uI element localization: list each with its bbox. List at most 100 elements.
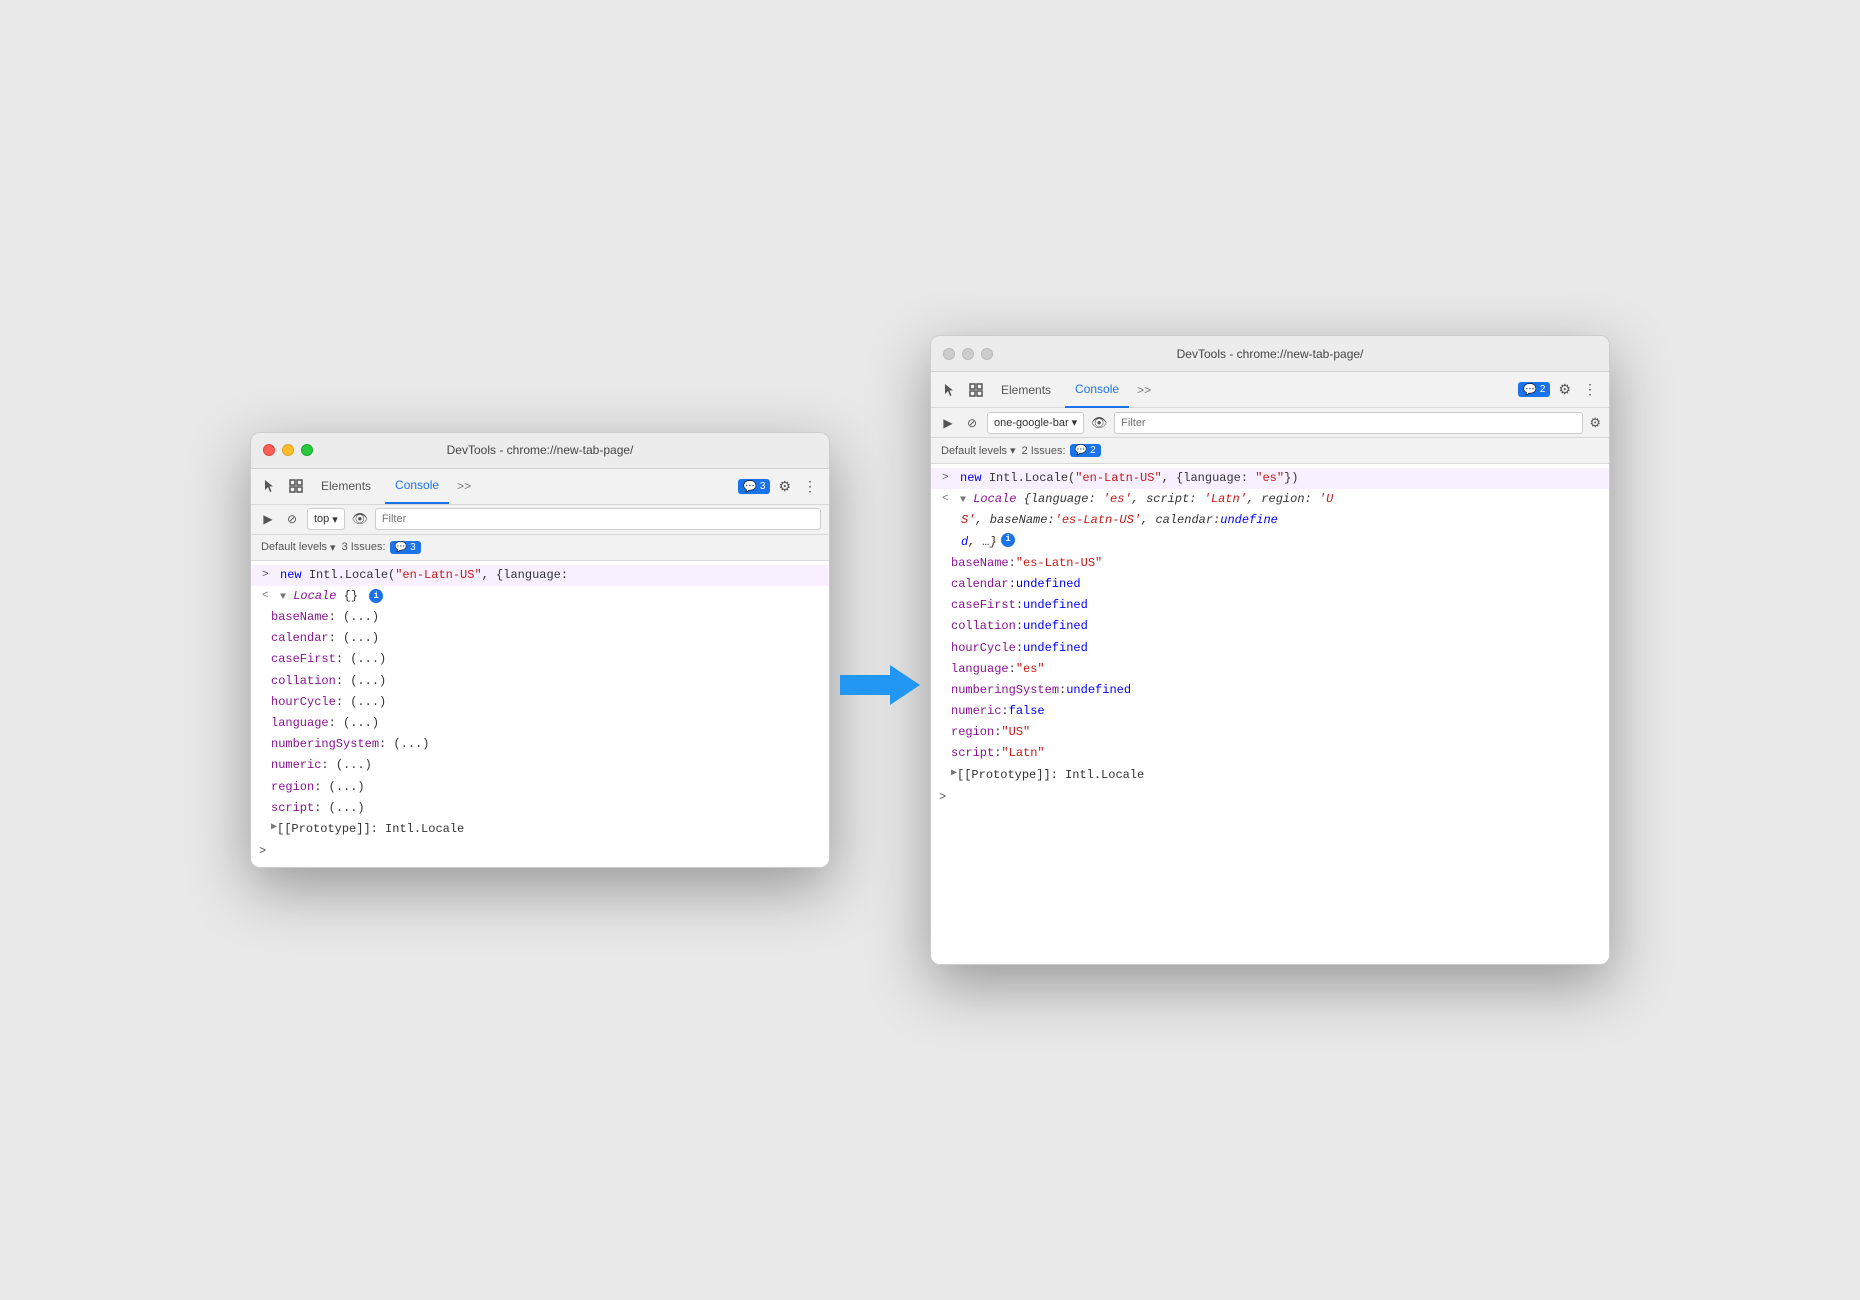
left-tab-elements[interactable]: Elements xyxy=(311,468,381,504)
right-chat-icon: 💬 xyxy=(1523,383,1537,396)
right-console-toolbar: ▶ ⊘ one-google-bar ▾ 👁 ⚙ xyxy=(931,408,1609,438)
left-cursor-icon[interactable] xyxy=(259,475,281,497)
right-maximize-button[interactable] xyxy=(981,348,993,360)
right-context-dropdown[interactable]: one-google-bar ▾ xyxy=(987,412,1084,434)
left-maximize-button[interactable] xyxy=(301,444,313,456)
left-tab-console[interactable]: Console xyxy=(385,468,449,504)
left-info-badge: i xyxy=(369,589,383,603)
left-dropdown-chevron-icon: ▾ xyxy=(332,513,338,526)
right-issues-bar: Default levels ▾ 2 Issues: 💬 2 xyxy=(931,438,1609,464)
left-issues-badge: 💬 3 xyxy=(390,541,421,554)
right-filter-input[interactable] xyxy=(1114,412,1583,434)
right-run-icon[interactable]: ▶ xyxy=(939,414,957,432)
left-levels-chevron-icon: ▾ xyxy=(330,541,336,554)
direction-arrow xyxy=(840,660,920,720)
left-prop-numbering: numberingSystem: (...) xyxy=(251,734,829,755)
right-prop-hourcycle: hourCycle: undefined xyxy=(931,638,1609,659)
left-prop-region: region: (...) xyxy=(251,777,829,798)
left-title-bar: DevTools - chrome://new-tab-page/ xyxy=(251,433,829,469)
right-prop-casefirst: caseFirst: undefined xyxy=(931,595,1609,616)
left-minimize-button[interactable] xyxy=(282,444,294,456)
right-issues-count: 2 Issues: 💬 2 xyxy=(1022,444,1101,457)
left-inspect-icon[interactable] xyxy=(285,475,307,497)
left-console-result-header: < ▼ Locale {} i xyxy=(251,586,829,607)
left-console-toolbar: ▶ ⊘ top ▾ 👁 xyxy=(251,505,829,535)
right-tab-console[interactable]: Console xyxy=(1065,372,1129,408)
right-tab-elements[interactable]: Elements xyxy=(991,372,1061,408)
right-settings-icon[interactable]: ⚙ xyxy=(1554,381,1575,398)
left-prop-collation: collation: (...) xyxy=(251,671,829,692)
right-console-result-l2: S', baseName: 'es-Latn-US', calendar: un… xyxy=(931,510,1609,531)
left-prop-calendar: calendar: (...) xyxy=(251,628,829,649)
right-prop-collation: collation: undefined xyxy=(931,616,1609,637)
left-chat-badge[interactable]: 💬 3 xyxy=(738,479,770,494)
right-cursor-icon[interactable] xyxy=(939,379,961,401)
left-issues-chat-icon: 💬 xyxy=(395,542,407,553)
left-prop-script: script: (...) xyxy=(251,798,829,819)
left-block-icon[interactable]: ⊘ xyxy=(283,510,301,528)
left-close-button[interactable] xyxy=(263,444,275,456)
left-tab-more[interactable]: >> xyxy=(453,479,475,493)
right-traffic-lights xyxy=(943,348,993,360)
right-title: DevTools - chrome://new-tab-page/ xyxy=(931,347,1609,361)
right-tab-more[interactable]: >> xyxy=(1133,383,1155,397)
right-prop-script: script: "Latn" xyxy=(931,743,1609,764)
left-tabs-toolbar: Elements Console >> 💬 3 ⚙ ⋮ xyxy=(251,469,829,505)
right-console-command: > new Intl.Locale("en-Latn-US", {languag… xyxy=(931,468,1609,489)
right-inspect-icon[interactable] xyxy=(965,379,987,401)
right-filter-settings-icon[interactable]: ⚙ xyxy=(1589,415,1601,431)
left-prop-basename: baseName: (...) xyxy=(251,607,829,628)
left-console-content: > new Intl.Locale("en-Latn-US", {languag… xyxy=(251,561,829,868)
right-command-arrow: > xyxy=(942,469,954,488)
right-prop-language: language: "es" xyxy=(931,659,1609,680)
right-menu-icon[interactable]: ⋮ xyxy=(1579,381,1601,398)
left-levels-dropdown[interactable]: Default levels ▾ xyxy=(261,541,336,554)
left-prop-numeric: numeric: (...) xyxy=(251,755,829,776)
left-context-dropdown[interactable]: top ▾ xyxy=(307,508,345,530)
right-prop-prototype: ▶ [[Prototype]]: Intl.Locale xyxy=(931,765,1609,786)
right-prop-calendar: calendar: undefined xyxy=(931,574,1609,595)
right-result-arrow: < xyxy=(942,490,954,509)
right-eye-icon[interactable]: 👁 xyxy=(1090,414,1108,432)
right-prop-numeric: numeric: false xyxy=(931,701,1609,722)
right-issues-chat-icon: 💬 xyxy=(1075,445,1087,456)
left-result-arrow: < xyxy=(262,587,274,606)
right-levels-dropdown[interactable]: Default levels ▾ xyxy=(941,444,1016,457)
right-chat-badge[interactable]: 💬 2 xyxy=(1518,382,1550,397)
right-info-badge: i xyxy=(1001,533,1015,547)
right-minimize-button[interactable] xyxy=(962,348,974,360)
left-menu-icon[interactable]: ⋮ xyxy=(799,478,821,495)
right-levels-chevron-icon: ▾ xyxy=(1010,444,1016,457)
right-block-icon[interactable]: ⊘ xyxy=(963,414,981,432)
left-traffic-lights xyxy=(263,444,313,456)
right-prop-region: region: "US" xyxy=(931,722,1609,743)
left-issues-count: 3 Issues: 💬 3 xyxy=(342,541,421,554)
right-issues-badge: 💬 2 xyxy=(1070,444,1101,457)
left-prop-casefirst: caseFirst: (...) xyxy=(251,649,829,670)
left-run-icon[interactable]: ▶ xyxy=(259,510,277,528)
left-prop-hourcycle: hourCycle: (...) xyxy=(251,692,829,713)
left-issues-bar: Default levels ▾ 3 Issues: 💬 3 xyxy=(251,535,829,561)
left-devtools-window: DevTools - chrome://new-tab-page/ Elemen… xyxy=(250,432,830,869)
left-prop-prototype: ▶ [[Prototype]]: Intl.Locale xyxy=(251,819,829,840)
left-console-command: > new Intl.Locale("en-Latn-US", {languag… xyxy=(251,565,829,586)
left-eye-icon[interactable]: 👁 xyxy=(351,510,369,528)
left-settings-icon[interactable]: ⚙ xyxy=(774,478,795,495)
left-chat-icon: 💬 xyxy=(743,480,757,493)
left-prop-language: language: (...) xyxy=(251,713,829,734)
right-console-content: > new Intl.Locale("en-Latn-US", {languag… xyxy=(931,464,1609,964)
left-console-prompt: > xyxy=(251,840,829,863)
right-tabs-toolbar: Elements Console >> 💬 2 ⚙ ⋮ xyxy=(931,372,1609,408)
right-title-bar: DevTools - chrome://new-tab-page/ xyxy=(931,336,1609,372)
right-prop-basename: baseName: "es-Latn-US" xyxy=(931,553,1609,574)
right-console-result-l3: d, …} i xyxy=(931,532,1609,553)
left-command-arrow: > xyxy=(262,566,274,585)
right-console-prompt: > xyxy=(931,786,1609,809)
right-console-result-l1: < ▼ Locale {language: 'es', script: 'Lat… xyxy=(931,489,1609,510)
right-dropdown-chevron-icon: ▾ xyxy=(1072,416,1078,429)
right-devtools-window: DevTools - chrome://new-tab-page/ Elemen… xyxy=(930,335,1610,965)
right-prop-numbering: numberingSystem: undefined xyxy=(931,680,1609,701)
left-filter-input[interactable] xyxy=(375,508,821,530)
right-close-button[interactable] xyxy=(943,348,955,360)
left-title: DevTools - chrome://new-tab-page/ xyxy=(251,443,829,457)
